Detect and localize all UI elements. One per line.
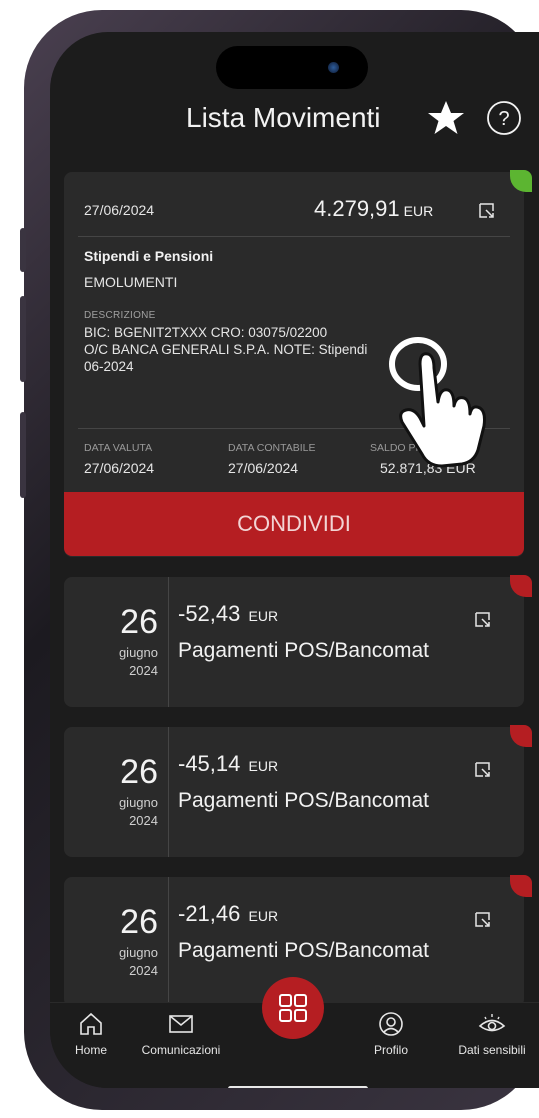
divider <box>168 877 169 1007</box>
movement-day: 26 <box>120 903 158 941</box>
valuta-label: DATA VALUTA <box>84 442 153 454</box>
list-item[interactable]: 26 giugno 2024 -52,43 EUR Pagamenti POS/… <box>64 575 532 707</box>
valuta-value: 27/06/2024 <box>84 460 155 476</box>
contabile-label: DATA CONTABILE <box>228 442 316 454</box>
menu-button[interactable] <box>262 977 324 1039</box>
currency-label: EUR <box>403 203 434 219</box>
external-link-icon[interactable] <box>474 761 492 779</box>
tab-home[interactable]: Home <box>50 1011 136 1057</box>
amount-value: -52,43 <box>178 601 241 626</box>
detail-subcategory: EMOLUMENTI <box>84 274 178 290</box>
eye-icon <box>478 1014 506 1032</box>
camera-icon <box>328 62 339 73</box>
movement-category: Pagamenti POS/Bancomat <box>178 789 429 812</box>
currency-label: EUR <box>248 608 279 624</box>
movement-year: 2024 <box>129 963 158 978</box>
status-indicator <box>510 875 532 897</box>
mail-icon <box>169 1015 193 1033</box>
movement-day: 26 <box>120 753 158 791</box>
tab-label: Dati sensibili <box>458 1043 526 1057</box>
movement-category: Pagamenti POS/Bancomat <box>178 939 429 962</box>
movement-amount: -21,46 EUR <box>178 901 278 927</box>
amount-value: 4.279,91 <box>314 196 400 221</box>
currency-label: EUR <box>248 758 279 774</box>
movement-day: 26 <box>120 603 158 641</box>
amount-value: -21,46 <box>178 901 241 926</box>
hand-pointer-icon <box>380 322 500 472</box>
external-link-icon[interactable] <box>474 911 492 929</box>
divider <box>168 727 169 857</box>
status-indicator <box>510 170 532 192</box>
share-button[interactable]: CONDIVIDI <box>64 492 524 556</box>
currency-label: EUR <box>248 908 279 924</box>
description-line: BIC: BGENIT2TXXX CRO: 03075/02200 <box>84 325 328 340</box>
svg-text:?: ? <box>498 108 509 130</box>
tab-label: Comunicazioni <box>141 1043 221 1057</box>
external-link-icon[interactable] <box>478 202 496 220</box>
page-title: Lista Movimenti <box>186 102 381 133</box>
description-line: 06-2024 <box>84 359 134 374</box>
amount-value: -45,14 <box>178 751 241 776</box>
movement-month: giugno <box>118 795 158 810</box>
status-indicator <box>510 575 532 597</box>
dynamic-island <box>216 46 368 89</box>
status-indicator <box>510 725 532 747</box>
movement-amount: -52,43 EUR <box>178 601 278 627</box>
help-icon[interactable]: ? <box>486 100 522 136</box>
detail-date: 27/06/2024 <box>84 202 155 218</box>
tab-profilo[interactable]: Profilo <box>346 1011 436 1057</box>
home-indicator <box>228 1086 368 1088</box>
tab-dati-sensibili[interactable]: Dati sensibili <box>440 1011 539 1057</box>
description-line: O/C BANCA GENERALI S.P.A. NOTE: Stipendi <box>84 342 368 357</box>
star-icon[interactable] <box>426 98 466 138</box>
description-label: DESCRIZIONE <box>84 310 156 321</box>
home-icon <box>80 1012 102 1035</box>
movement-year: 2024 <box>129 663 158 678</box>
external-link-icon[interactable] <box>474 611 492 629</box>
description-text: BIC: BGENIT2TXXX CRO: 03075/02200 O/C BA… <box>84 324 384 375</box>
detail-category: Stipendi e Pensioni <box>84 248 214 264</box>
grid-icon <box>279 994 307 1022</box>
tab-comunicazioni[interactable]: Comunicazioni <box>136 1011 226 1057</box>
profile-icon <box>379 1012 403 1036</box>
movement-category: Pagamenti POS/Bancomat <box>178 639 429 662</box>
volume-button <box>20 412 26 498</box>
app-screen: Lista Movimenti ? 27/06/2024 4.279,91 EUR… <box>50 32 539 1088</box>
movement-year: 2024 <box>129 813 158 828</box>
divider <box>78 236 510 237</box>
movement-month: giugno <box>118 945 158 960</box>
volume-button <box>20 228 26 272</box>
detail-amount: 4.279,91 EUR <box>314 196 433 222</box>
volume-button <box>20 296 26 382</box>
divider <box>168 577 169 707</box>
movement-amount: -45,14 EUR <box>178 751 278 777</box>
movement-month: giugno <box>118 645 158 660</box>
list-item[interactable]: 26 giugno 2024 -45,14 EUR Pagamenti POS/… <box>64 725 532 857</box>
tab-label: Home <box>74 1043 107 1057</box>
tab-bar: Home Comunicazioni Profilo Dati sensibil… <box>50 977 539 1088</box>
contabile-value: 27/06/2024 <box>228 460 299 476</box>
tab-label: Profilo <box>373 1043 408 1057</box>
